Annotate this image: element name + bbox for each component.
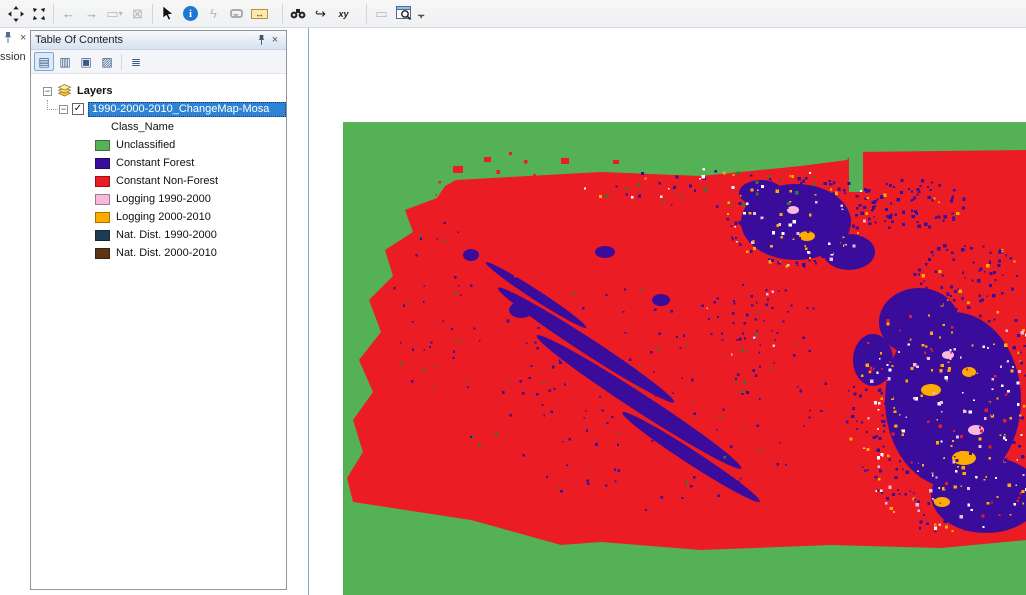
toolbar-separator [152,4,153,24]
close-icon[interactable]: × [20,32,26,44]
xy-tool-button[interactable]: xy [332,3,355,25]
legend-swatch[interactable] [95,248,110,259]
legend-label: Nat. Dist. 1990-2000 [116,229,217,241]
legend-row[interactable]: Nat. Dist. 1990-2000 [31,226,286,244]
go-to-xy-button[interactable]: ↪ [309,3,332,25]
legend-row[interactable]: Logging 2000-2010 [31,208,286,226]
legend-swatch[interactable] [95,176,110,187]
mosaic-notch [849,150,863,192]
legend-swatch[interactable] [95,212,110,223]
toc-close-button[interactable]: × [268,34,282,46]
pan-arrows-button[interactable] [4,3,27,25]
legend-swatch[interactable] [95,230,110,241]
legend-label: Unclassified [116,139,175,151]
legend-swatch[interactable] [95,140,110,151]
toc-title: Table Of Contents [35,34,254,46]
layers-icon [56,84,73,98]
toc-toolbar-separator [121,54,122,70]
identify-icon: i [183,6,198,21]
table-of-contents-panel: Table Of Contents × ▤ ▥ ▣ ▨ ≣ − Layers [30,30,287,590]
collapse-icon[interactable]: − [59,105,68,114]
legend-row[interactable]: Nat. Dist. 2000-2010 [31,244,286,262]
hyperlink-button[interactable]: ϟ [202,3,225,25]
viewer-window-button[interactable] [393,3,416,25]
ruler-icon: ↔ [251,9,268,19]
forward-extent-button[interactable]: → [80,3,103,25]
full-extent-button[interactable] [27,3,50,25]
cursor-arrow-icon [162,6,174,21]
pan-arrows-icon [8,6,24,22]
list-by-source-button[interactable]: ▥ [55,52,75,71]
layer-row[interactable]: − ✓ 1990-2000-2010_ChangeMap-Mosa [31,100,286,118]
legend-label: Logging 2000-2010 [116,211,211,223]
select-elements-button[interactable] [156,3,179,25]
map-view[interactable] [308,28,1026,595]
layer-name-selected[interactable]: 1990-2000-2010_ChangeMap-Mosa [88,102,286,117]
collapse-icon[interactable]: − [43,87,52,96]
chevron-down-icon: ▾ [119,9,123,18]
layers-tree: − Layers − ✓ 1990-2000-2010_ChangeMap-Mo… [31,74,286,589]
legend-row[interactable]: Constant Non-Forest [31,172,286,190]
binoculars-icon [290,7,306,20]
toolbar-overflow-button[interactable]: ▁ ▾ [418,9,424,19]
toc-options-button[interactable]: ≣ [126,52,146,71]
layer-visibility-checkbox[interactable]: ✓ [72,103,84,115]
extent-arrows-icon [31,6,47,22]
legend-label: Constant Non-Forest [116,175,218,187]
pin-icon [257,34,266,46]
legend-swatch[interactable] [95,194,110,205]
list-by-selection-button[interactable]: ▨ [97,52,117,71]
legend-row[interactable]: Constant Forest [31,154,286,172]
docked-tab[interactable]: ssion [0,51,26,63]
legend-row[interactable]: Unclassified [31,136,286,154]
list-by-drawing-order-button[interactable]: ▤ [34,52,54,71]
toolbar-separator [366,4,367,24]
legend-label: Constant Forest [116,157,194,169]
scale-combo-button[interactable]: ▭▾ [103,3,126,25]
clear-selection-button[interactable]: ⊠ [126,3,149,25]
toolbar-separator [282,4,283,24]
legend-label: Nat. Dist. 2000-2010 [116,247,217,259]
map-canvas[interactable] [309,28,1026,595]
pin-icon[interactable] [3,31,13,44]
identify-button[interactable]: i [179,3,202,25]
window-tool-button[interactable]: ▭ [370,3,393,25]
toc-title-bar[interactable]: Table Of Contents × [31,31,286,50]
tree-root-row[interactable]: − Layers [31,82,286,100]
scale-combo-icon: ▭ [106,6,118,22]
toc-pin-button[interactable] [254,34,268,46]
html-popup-button[interactable] [225,3,248,25]
legend-swatch[interactable] [95,158,110,169]
xy-icon: xy [338,9,348,19]
back-extent-button[interactable]: ← [57,3,80,25]
legend-row[interactable]: Logging 1990-2000 [31,190,286,208]
magnifier-window-icon [396,6,413,21]
field-label: Class_Name [111,121,174,133]
field-row[interactable]: Class_Name [31,118,286,136]
find-button[interactable] [286,3,309,25]
legend-label: Logging 1990-2000 [116,193,211,205]
tree-connector [47,109,58,110]
measure-button[interactable]: ↔ [248,3,271,25]
speech-bubble-icon [230,9,243,18]
layers-root-label: Layers [77,85,112,97]
chevron-down-icon: ▾ [419,14,423,19]
list-by-visibility-button[interactable]: ▣ [76,52,96,71]
toolbar-separator [53,4,54,24]
hidden-panel-controls: × [3,31,26,44]
main-toolbar: ← → ▭▾ ⊠ i ϟ ↔ ↪ xy ▭ [0,0,1026,28]
toc-toolbar: ▤ ▥ ▣ ▨ ≣ [31,50,286,74]
